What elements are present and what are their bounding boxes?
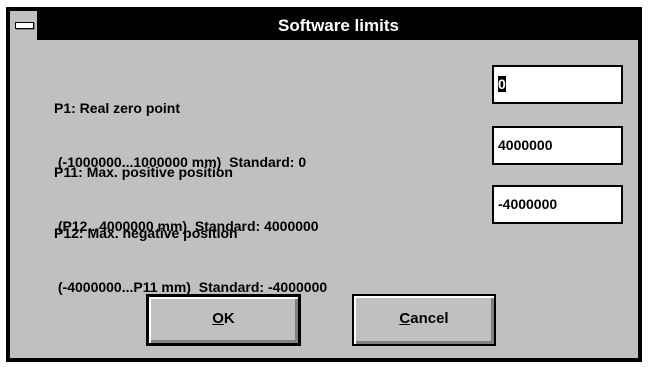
p11-value-text: 4000000 xyxy=(498,137,553,153)
window-title: Software limits xyxy=(278,16,399,35)
param-p1-name: P1: Real zero point xyxy=(54,100,181,116)
cancel-label-rest: ancel xyxy=(410,310,449,327)
param-p11-name: P11: Max. positive position xyxy=(54,164,233,180)
p12-value-text: -4000000 xyxy=(498,196,558,212)
cancel-button[interactable]: Cancel xyxy=(352,294,496,346)
param-p12-name: P12: Max. negative position xyxy=(54,225,238,241)
p1-value-field[interactable]: 0 xyxy=(492,65,623,104)
system-menu-bar xyxy=(15,22,34,29)
system-menu-icon[interactable] xyxy=(10,11,39,40)
ok-label-rest: K xyxy=(223,310,235,327)
ok-button[interactable]: OK xyxy=(146,294,301,346)
p1-value-text: 0 xyxy=(498,76,506,92)
title-bar[interactable]: Software limits xyxy=(10,11,638,40)
ok-accel-letter: O xyxy=(212,310,224,327)
p12-value-field[interactable]: -4000000 xyxy=(492,185,623,224)
p11-value-field[interactable]: 4000000 xyxy=(492,126,623,165)
software-limits-dialog: Software limits P1: Real zero point (-10… xyxy=(6,7,642,362)
cancel-accel-letter: C xyxy=(399,310,411,327)
